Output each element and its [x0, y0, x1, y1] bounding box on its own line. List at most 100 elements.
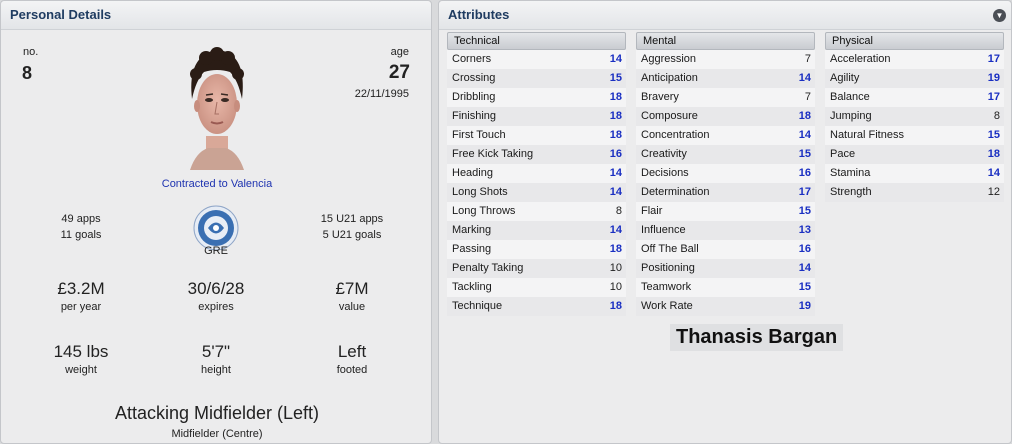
attribute-value: 14	[609, 167, 622, 179]
wage-value: £3.2M	[57, 279, 105, 298]
transfer-value: £7M	[335, 279, 369, 298]
attribute-label: Composure	[641, 110, 698, 122]
attribute-value: 8	[615, 205, 622, 217]
attribute-row[interactable]: Passing 18	[447, 240, 626, 259]
attribute-row[interactable]: Jumping 8	[825, 107, 1004, 126]
attribute-row[interactable]: Acceleration 17	[825, 50, 1004, 69]
attribute-value: 14	[798, 262, 811, 274]
attribute-row[interactable]: Teamwork 15	[636, 278, 815, 297]
attribute-label: Influence	[641, 224, 686, 236]
contract-link[interactable]: Contracted to Valencia	[116, 178, 318, 190]
column-header: Mental	[636, 32, 815, 50]
attribute-value: 16	[798, 167, 811, 179]
attribute-label: Long Throws	[452, 205, 516, 217]
attribute-value: 17	[798, 186, 811, 198]
attribute-row[interactable]: Corners 14	[447, 50, 626, 69]
weight-value: 145 lbs	[53, 342, 109, 361]
attribute-row[interactable]: Strength 12	[825, 183, 1004, 202]
preferred-foot-label: footed	[336, 364, 368, 376]
attribute-value: 14	[987, 167, 1000, 179]
attribute-column-physical: Physical Acceleration 17 Agility 19 Balance 1…	[825, 32, 1004, 202]
attribute-label: Positioning	[641, 262, 695, 274]
attribute-row[interactable]: Pace 18	[825, 145, 1004, 164]
attribute-row[interactable]: Flair 15	[636, 202, 815, 221]
attribute-row[interactable]: Long Throws 8	[447, 202, 626, 221]
attribute-label: Concentration	[641, 129, 710, 141]
attribute-value: 15	[987, 129, 1000, 141]
attribute-row[interactable]: Work Rate 19	[636, 297, 815, 316]
international-goals: 11 goals	[60, 229, 102, 241]
attribute-row[interactable]: Finishing 18	[447, 107, 626, 126]
attribute-label: Acceleration	[830, 53, 891, 65]
panel-title: Attributes	[439, 1, 1011, 30]
attribute-value: 17	[987, 53, 1000, 65]
attribute-row[interactable]: Tackling 10	[447, 278, 626, 297]
player-portrait	[190, 47, 244, 170]
attribute-row[interactable]: Natural Fitness 15	[825, 126, 1004, 145]
attribute-label: Passing	[452, 243, 492, 255]
attribute-row[interactable]: Stamina 14	[825, 164, 1004, 183]
attributes-panel: Attributes ▼ Technical Corners 14 Crossing…	[438, 0, 1012, 444]
attribute-row[interactable]: Long Shots 14	[447, 183, 626, 202]
chevron-down-icon[interactable]: ▼	[993, 9, 1006, 22]
weight-label: weight	[65, 364, 97, 376]
attribute-row[interactable]: Decisions 16	[636, 164, 815, 183]
attribute-label: Determination	[641, 186, 710, 198]
attribute-label: Anticipation	[641, 72, 698, 84]
personal-details-panel: Personal Details no. 8 age 27 22/11/1995…	[0, 0, 432, 444]
attribute-row[interactable]: Aggression 7	[636, 50, 815, 69]
attribute-row[interactable]: Penalty Taking 10	[447, 259, 626, 278]
attribute-row[interactable]: Heading 14	[447, 164, 626, 183]
attribute-row[interactable]: Positioning 14	[636, 259, 815, 278]
contract-expiry-label: expires	[198, 301, 234, 313]
attribute-row[interactable]: Agility 19	[825, 69, 1004, 88]
attribute-label: Balance	[830, 91, 870, 103]
squad-number: 8	[22, 63, 33, 83]
attribute-row[interactable]: Composure 18	[636, 107, 815, 126]
attribute-value: 12	[987, 186, 1000, 198]
attribute-row[interactable]: First Touch 18	[447, 126, 626, 145]
attribute-label: Aggression	[641, 53, 697, 65]
attribute-row[interactable]: Concentration 14	[636, 126, 815, 145]
attribute-label: Decisions	[641, 167, 689, 179]
attribute-row[interactable]: Influence 13	[636, 221, 815, 240]
attribute-value: 15	[798, 148, 811, 160]
attribute-label: Corners	[452, 53, 492, 65]
attribute-label: Teamwork	[641, 281, 692, 293]
attribute-label: Stamina	[830, 167, 871, 179]
attribute-row[interactable]: Off The Ball 16	[636, 240, 815, 259]
attribute-value: 10	[609, 281, 622, 293]
attribute-value: 18	[609, 243, 622, 255]
attribute-row[interactable]: Free Kick Taking 16	[447, 145, 626, 164]
attribute-value: 14	[609, 186, 622, 198]
attribute-row[interactable]: Dribbling 18	[447, 88, 626, 107]
attribute-label: Long Shots	[452, 186, 508, 198]
wage-label: per year	[60, 301, 102, 313]
attribute-column-technical: Technical Corners 14 Crossing 15 Dribbling 18…	[447, 32, 626, 316]
attribute-value: 10	[609, 262, 622, 274]
attribute-value: 14	[609, 224, 622, 236]
attribute-value: 8	[993, 110, 1000, 122]
column-header: Physical	[825, 32, 1004, 50]
main-position: Attacking Midfielder (Left)	[114, 403, 320, 423]
attribute-label: Pace	[830, 148, 856, 160]
attribute-value: 18	[609, 129, 622, 141]
u21-goals: 5 U21 goals	[322, 229, 382, 241]
attribute-value: 14	[798, 72, 811, 84]
attribute-row[interactable]: Creativity 15	[636, 145, 815, 164]
panel-title: Personal Details	[1, 1, 431, 30]
transfer-value-label: value	[338, 301, 366, 313]
attribute-row[interactable]: Bravery 7	[636, 88, 815, 107]
attribute-value: 14	[798, 129, 811, 141]
attribute-row[interactable]: Anticipation 14	[636, 69, 815, 88]
age-label: age	[390, 46, 409, 58]
attribute-value: 17	[987, 91, 1000, 103]
attribute-label: Agility	[830, 72, 860, 84]
attribute-row[interactable]: Marking 14	[447, 221, 626, 240]
attribute-row[interactable]: Crossing 15	[447, 69, 626, 88]
number-label: no.	[23, 46, 39, 58]
attribute-row[interactable]: Balance 17	[825, 88, 1004, 107]
attribute-row[interactable]: Determination 17	[636, 183, 815, 202]
attribute-row[interactable]: Technique 18	[447, 297, 626, 316]
attribute-value: 13	[798, 224, 811, 236]
